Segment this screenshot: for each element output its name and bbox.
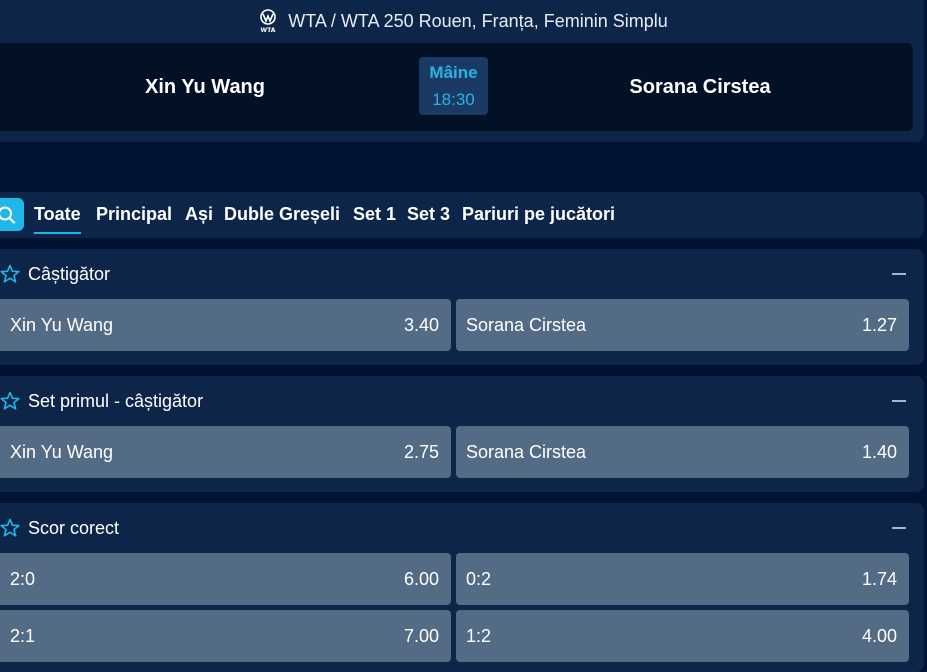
odd-button[interactable]: 2:0 6.00: [0, 553, 451, 605]
svg-text:WTA: WTA: [261, 27, 276, 34]
odd-value: 1.74: [861, 569, 897, 589]
selection-label: 1:2: [466, 626, 492, 646]
odd-button[interactable]: Xin Yu Wang 2.75: [0, 426, 451, 478]
odd-value: 6.00: [403, 569, 439, 589]
odd-button[interactable]: 0:2 1.74: [456, 553, 909, 605]
odd-value: 7.00: [403, 626, 439, 646]
odd-value: 3.40: [403, 315, 439, 335]
collapse-icon[interactable]: [892, 400, 906, 402]
tab-pariuri-pe-jucatori[interactable]: Pariuri pe jucători: [462, 192, 615, 238]
market-scor-corect: Scor corect 2:0 6.00 0:2 1.74 2:1 7.00 1…: [0, 503, 924, 672]
event-header: WTA WTA / WTA 250 Rouen, Franța, Feminin…: [0, 0, 924, 142]
odd-value: 1.40: [861, 442, 897, 462]
market-tabs: Toate Principal Ași Duble Greșeli Set 1 …: [0, 192, 924, 238]
market-title: Câștigător: [28, 264, 111, 284]
home-player-name: Xin Yu Wang: [144, 75, 265, 98]
league-bar: WTA WTA / WTA 250 Rouen, Franța, Feminin…: [0, 8, 924, 34]
match-card: Xin Yu Wang Mâine 18:30 Sorana Cirstea: [0, 43, 913, 131]
market-set-primul-castigator: Set primul - câștigător Xin Yu Wang 2.75…: [0, 376, 924, 492]
match-day: Mâine: [429, 63, 478, 82]
market-header[interactable]: Scor corect: [0, 503, 924, 553]
tab-set-3[interactable]: Set 3: [407, 192, 450, 238]
collapse-icon[interactable]: [892, 527, 906, 529]
odd-button[interactable]: 1:2 4.00: [456, 610, 909, 662]
tab-toate[interactable]: Toate: [34, 192, 81, 238]
tab-principal[interactable]: Principal: [96, 192, 172, 238]
selection-label: 2:1: [10, 626, 36, 646]
odd-value: 1.27: [861, 315, 897, 335]
selection-label: 0:2: [466, 569, 492, 589]
odd-button[interactable]: Sorana Cirstea 1.40: [456, 426, 909, 478]
collapse-icon[interactable]: [892, 273, 906, 275]
search-button[interactable]: [0, 198, 24, 231]
star-icon[interactable]: [0, 391, 20, 411]
match-time: 18:30: [432, 90, 475, 109]
tab-asi[interactable]: Ași: [185, 192, 213, 238]
tab-duble-greseli[interactable]: Duble Greșeli: [224, 192, 340, 238]
odd-button[interactable]: Xin Yu Wang 3.40: [0, 299, 451, 351]
tab-set-1[interactable]: Set 1: [353, 192, 396, 238]
market-title: Scor corect: [28, 518, 120, 538]
match-start-time: Mâine 18:30: [419, 57, 488, 115]
selection-label: 2:0: [10, 569, 36, 589]
away-player-name: Sorana Cirstea: [629, 75, 771, 98]
selection-label: Xin Yu Wang: [10, 315, 114, 335]
odd-value: 2.75: [403, 442, 439, 462]
league-name[interactable]: WTA / WTA 250 Rouen, Franța, Feminin Sim…: [288, 11, 667, 32]
selection-label: Xin Yu Wang: [10, 442, 114, 462]
search-icon: [0, 206, 16, 224]
market-title: Set primul - câștigător: [28, 391, 204, 411]
odd-button[interactable]: Sorana Cirstea 1.27: [456, 299, 909, 351]
page: WTA WTA / WTA 250 Rouen, Franța, Feminin…: [0, 0, 927, 672]
market-castigator: Câștigător Xin Yu Wang 3.40 Sorana Cirst…: [0, 249, 924, 365]
odd-button[interactable]: 2:1 7.00: [0, 610, 451, 662]
odd-value: 4.00: [861, 626, 897, 646]
selection-label: Sorana Cirstea: [466, 315, 587, 335]
wta-logo-icon: WTA: [260, 9, 277, 34]
star-icon[interactable]: [0, 264, 20, 284]
market-header[interactable]: Set primul - câștigător: [0, 376, 924, 426]
selection-label: Sorana Cirstea: [466, 442, 587, 462]
market-header[interactable]: Câștigător: [0, 249, 924, 299]
star-icon[interactable]: [0, 518, 20, 538]
